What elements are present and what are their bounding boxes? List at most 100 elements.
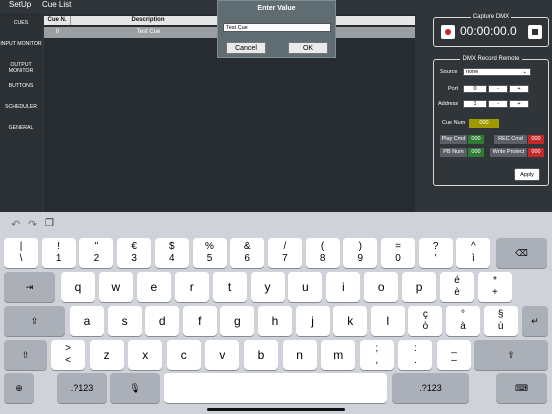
key-v[interactable]: v	[205, 340, 240, 370]
return-key[interactable]: ↵	[522, 306, 548, 336]
key-.[interactable]: :.	[398, 340, 433, 370]
key-h[interactable]: h	[258, 306, 292, 336]
key-ù[interactable]: § ù	[483, 306, 518, 336]
key-8[interactable]: (8	[305, 238, 340, 268]
key-u[interactable]: u	[288, 272, 323, 302]
key-'[interactable]: ? '	[418, 238, 453, 268]
key-label: y	[264, 280, 271, 294]
key-a[interactable]: a	[70, 306, 104, 336]
numbers-key-right[interactable]: .?123	[392, 373, 469, 403]
stop-button[interactable]	[528, 25, 542, 39]
sidebar-item-input-monitor[interactable]: INPUT MONITOR	[0, 41, 42, 47]
port-value[interactable]: 0	[463, 85, 487, 93]
key-w[interactable]: w	[98, 272, 133, 302]
dictation-key[interactable]: 🎙	[110, 373, 160, 403]
key-shift-label: %	[205, 241, 214, 252]
apply-button[interactable]: Apply	[514, 168, 540, 181]
port-increment-button[interactable]: +	[509, 85, 529, 93]
key-ò[interactable]: çò	[408, 306, 443, 336]
cancel-button[interactable]: Cancel	[226, 42, 266, 54]
setup-tab[interactable]: SetUp	[9, 0, 31, 9]
key-label: 6	[244, 253, 250, 264]
delete-key[interactable]: ⌫	[496, 238, 547, 268]
key-t[interactable]: t	[212, 272, 247, 302]
key-3[interactable]: €3	[117, 238, 152, 268]
key-\[interactable]: | \	[4, 238, 38, 268]
sidebar-item-scheduler[interactable]: SCHEDULER	[0, 104, 42, 110]
key-6[interactable]: & 6	[230, 238, 265, 268]
key-5[interactable]: % 5	[192, 238, 227, 268]
key-n[interactable]: n	[282, 340, 317, 370]
sidebar-item-output-monitor[interactable]: OUTPUT MONITOR	[0, 62, 42, 74]
port-decrement-button[interactable]: -	[488, 85, 508, 93]
key-<[interactable]: > <	[51, 340, 85, 370]
key-q[interactable]: q	[61, 272, 95, 302]
space-key[interactable]	[164, 373, 387, 403]
key-label: w	[111, 280, 121, 294]
sidebar-item-general[interactable]: GENERAL	[0, 125, 42, 131]
address-value[interactable]: 1	[463, 100, 487, 108]
key-9[interactable]: ) 9	[343, 238, 378, 268]
key-d[interactable]: d	[145, 306, 180, 336]
key-k[interactable]: k	[333, 306, 368, 336]
key-l[interactable]: l	[370, 306, 405, 336]
write-protect-value[interactable]: 000	[528, 148, 544, 157]
key-r[interactable]: r	[174, 272, 209, 302]
hide-keyboard-key[interactable]: ⌨	[496, 373, 547, 403]
key-7[interactable]: /7	[267, 238, 302, 268]
column-header-description[interactable]: Description	[71, 16, 226, 25]
numbers-key-left[interactable]: .?123	[57, 373, 107, 403]
key-+[interactable]: * +	[477, 272, 512, 302]
globe-key[interactable]: ⊕	[4, 373, 34, 403]
key-shift-label: !	[57, 241, 61, 252]
key-j[interactable]: j	[295, 306, 330, 336]
key-shift-label: "	[94, 241, 99, 252]
tab-key[interactable]: ⇥	[4, 272, 55, 302]
record-button[interactable]	[441, 25, 455, 39]
key-f[interactable]: f	[182, 306, 217, 336]
key-ì[interactable]: ^ ì	[456, 238, 491, 268]
address-decrement-button[interactable]: -	[488, 100, 508, 108]
source-select[interactable]: none ⌄	[463, 68, 531, 76]
key-o[interactable]: o	[364, 272, 399, 302]
key-p[interactable]: p	[402, 272, 437, 302]
key-–[interactable]: _ –	[437, 340, 471, 370]
key-m[interactable]: m	[321, 340, 356, 370]
rec-cmd-value[interactable]: 000	[528, 135, 544, 144]
sidebar-item-cues[interactable]: CUES	[0, 20, 42, 26]
key-label: t	[227, 280, 232, 294]
key-y[interactable]: y	[250, 272, 285, 302]
sidebar-item-buttons[interactable]: BUTTONS	[0, 83, 42, 89]
redo-icon[interactable]: ↷	[28, 218, 37, 231]
cue-num-value[interactable]: 000	[469, 119, 499, 128]
paste-icon[interactable]: ❐	[45, 218, 54, 229]
value-input[interactable]: Test Cue	[223, 23, 331, 32]
key-s[interactable]: s	[107, 306, 142, 336]
key-b[interactable]: b	[244, 340, 278, 370]
key-e[interactable]: e	[136, 272, 171, 302]
key-à[interactable]: ° à	[446, 306, 480, 336]
shift-left-key[interactable]: ⇧	[4, 340, 47, 370]
key-0[interactable]: = 0	[381, 238, 415, 268]
key-,[interactable]: ;,	[359, 340, 394, 370]
key-z[interactable]: z	[89, 340, 124, 370]
key-4[interactable]: $4	[154, 238, 189, 268]
key-i[interactable]: i	[326, 272, 361, 302]
shift-right-key[interactable]: ⇧	[474, 340, 548, 370]
key-1[interactable]: ! 1	[41, 238, 76, 268]
key-è[interactable]: éè	[440, 272, 474, 302]
column-header-cue-number[interactable]: Cue N.	[44, 16, 71, 25]
play-cmd-value[interactable]: 000	[468, 135, 484, 144]
ok-button[interactable]: OK	[288, 42, 328, 54]
capture-timer: 00:00:00.0	[460, 24, 517, 38]
source-select-value: none	[466, 69, 479, 75]
address-increment-button[interactable]: +	[509, 100, 529, 108]
caps-lock-key[interactable]: ⇪	[4, 306, 65, 336]
key-c[interactable]: c	[166, 340, 201, 370]
undo-icon[interactable]: ↶	[11, 218, 20, 231]
key-2[interactable]: " 2	[79, 238, 114, 268]
pb-num-value[interactable]: 000	[468, 148, 484, 157]
capture-dmx-title: Capture DMX	[470, 14, 512, 20]
key-g[interactable]: g	[220, 306, 255, 336]
key-x[interactable]: x	[128, 340, 163, 370]
